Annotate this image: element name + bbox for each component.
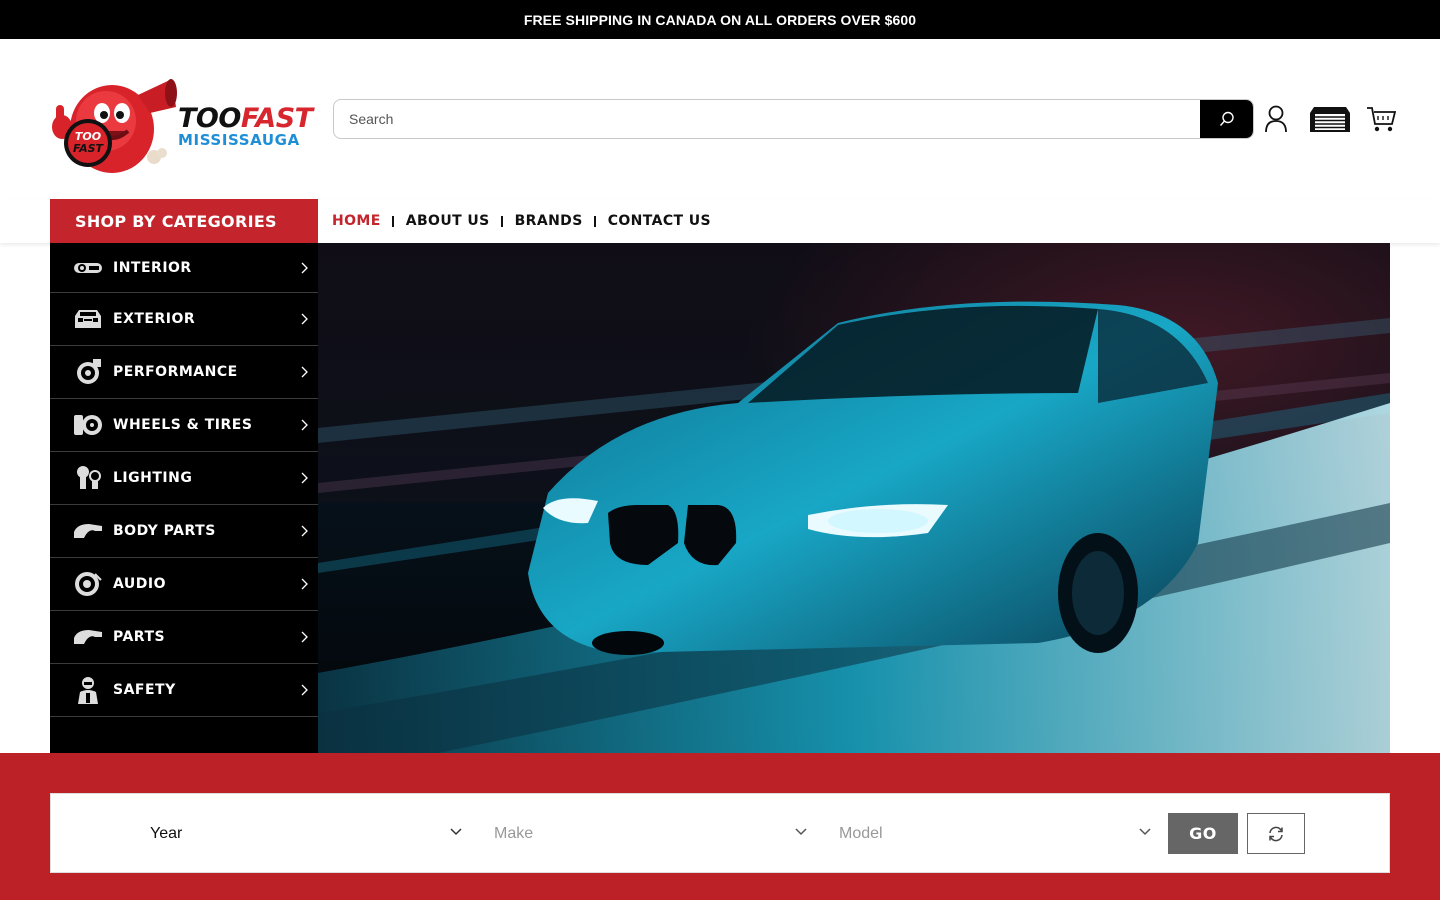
- chevron-right-icon: [301, 419, 308, 431]
- vehicle-finder: Year Make Model GO: [50, 793, 1390, 873]
- nav-divider: [593, 215, 596, 227]
- category-audio[interactable]: AUDIO: [50, 558, 318, 611]
- chevron-right-icon: [301, 262, 308, 273]
- search-input[interactable]: [334, 100, 1202, 138]
- category-label: PARTS: [113, 629, 166, 645]
- chevron-right-icon: [301, 313, 308, 325]
- nav-divider: [500, 215, 503, 227]
- category-label: INTERIOR: [113, 259, 192, 276]
- chevron-down-icon: [795, 828, 807, 836]
- site-header: TOO FAST TOOFAST MISSISSAUGA: [0, 39, 1440, 199]
- announcement-text: FREE SHIPPING IN CANADA ON ALL ORDERS OV…: [523, 11, 917, 28]
- year-select[interactable]: Year: [150, 814, 462, 854]
- cart-button[interactable]: [1364, 103, 1398, 135]
- main-menu: HOME ABOUT US BRANDS CONTACT US: [332, 199, 711, 243]
- category-label: LIGHTING: [113, 470, 193, 486]
- car-front-icon: [73, 305, 103, 333]
- search-bar: [333, 99, 1254, 139]
- logo-wordmark: TOOFAST MISSISSAUGA: [178, 105, 313, 148]
- go-button[interactable]: GO: [1168, 813, 1238, 854]
- category-lighting[interactable]: LIGHTING: [50, 452, 318, 505]
- main-nav-bar: SHOP BY CATEGORIES HOME ABOUT US BRANDS …: [0, 199, 1440, 243]
- category-label: SAFETY: [113, 682, 176, 698]
- model-select-label: Model: [839, 825, 883, 842]
- account-button[interactable]: [1262, 103, 1290, 135]
- fender-icon: [73, 517, 103, 545]
- chevron-right-icon: [301, 525, 308, 537]
- logo-text-fast: FAST: [240, 103, 313, 134]
- category-interior[interactable]: INTERIOR: [50, 243, 318, 293]
- nav-home[interactable]: HOME: [332, 213, 381, 229]
- account-icon: [1265, 105, 1287, 133]
- mascot-icon: TOO FAST: [52, 79, 177, 173]
- fender-icon: [73, 623, 103, 651]
- chevron-right-icon: [301, 578, 308, 590]
- go-button-label: GO: [1189, 824, 1217, 843]
- nav-divider: [391, 215, 394, 227]
- category-exterior[interactable]: EXTERIOR: [50, 293, 318, 346]
- category-performance[interactable]: PERFORMANCE: [50, 346, 318, 399]
- category-wheels-tires[interactable]: WHEELS & TIRES: [50, 399, 318, 452]
- search-icon: [1219, 111, 1234, 126]
- bulb-icon: [73, 464, 103, 492]
- reset-button[interactable]: [1247, 813, 1305, 854]
- category-body-parts[interactable]: BODY PARTS: [50, 505, 318, 558]
- svg-text:FAST: FAST: [73, 142, 105, 155]
- logo-text-city: MISSISSAUGA: [178, 131, 300, 149]
- shop-by-categories-header[interactable]: SHOP BY CATEGORIES: [50, 199, 318, 243]
- category-label: PERFORMANCE: [113, 364, 238, 380]
- hero-car-image: [318, 243, 1390, 753]
- make-select[interactable]: Make: [494, 814, 807, 854]
- announcement-bar: FREE SHIPPING IN CANADA ON ALL ORDERS OV…: [0, 0, 1440, 39]
- category-label: AUDIO: [113, 576, 167, 592]
- garage-icon: [1310, 107, 1350, 132]
- chevron-right-icon: [301, 631, 308, 643]
- category-label: WHEELS & TIRES: [113, 417, 253, 433]
- nav-contact-us[interactable]: CONTACT US: [608, 213, 711, 229]
- site-logo[interactable]: TOO FAST TOOFAST MISSISSAUGA: [50, 77, 325, 177]
- logo-text-too: TOO: [178, 103, 241, 134]
- steering-wheel-icon: [73, 254, 103, 282]
- category-label: BODY PARTS: [113, 523, 216, 539]
- speaker-icon: [73, 570, 103, 598]
- hero-banner[interactable]: [318, 243, 1390, 753]
- category-safety[interactable]: SAFETY: [50, 664, 318, 717]
- category-parts[interactable]: PARTS: [50, 611, 318, 664]
- category-label: EXTERIOR: [113, 311, 196, 327]
- nav-brands[interactable]: BRANDS: [515, 213, 583, 229]
- categories-title: SHOP BY CATEGORIES: [75, 211, 277, 231]
- nav-about-us[interactable]: ABOUT US: [406, 213, 490, 229]
- chevron-right-icon: [301, 684, 308, 696]
- driver-icon: [73, 676, 103, 704]
- turbo-icon: [73, 358, 103, 386]
- chevron-down-icon: [450, 828, 462, 836]
- cart-icon: [1367, 107, 1396, 132]
- model-select[interactable]: Model: [839, 814, 1151, 854]
- chevron-right-icon: [301, 366, 308, 378]
- garage-button[interactable]: [1308, 103, 1352, 135]
- year-select-label: Year: [150, 825, 183, 842]
- chevron-down-icon: [1139, 828, 1151, 836]
- search-button[interactable]: [1200, 100, 1253, 138]
- category-sidebar: INTERIOR EXTERIOR PERFORMANCE WHEELS & T…: [50, 243, 318, 753]
- refresh-icon: [1269, 826, 1283, 841]
- make-select-label: Make: [494, 825, 534, 842]
- chevron-right-icon: [301, 472, 308, 484]
- wheel-icon: [73, 411, 103, 439]
